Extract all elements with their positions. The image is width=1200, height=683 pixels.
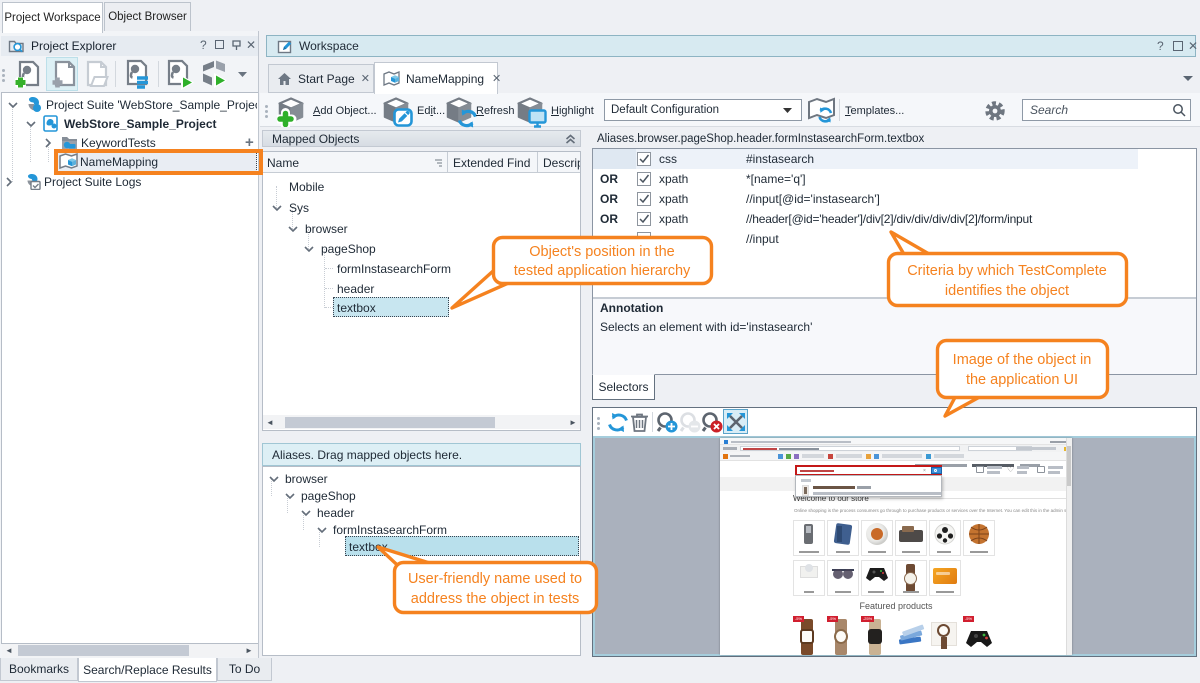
svg-text:Criteria by which TestComplete: Criteria by which TestComplete xyxy=(907,263,1107,279)
svg-text:address the object in tests: address the object in tests xyxy=(411,591,579,607)
svg-text:the application UI: the application UI xyxy=(966,372,1078,388)
svg-text:identifies the object: identifies the object xyxy=(945,283,1069,299)
svg-text:Object's position in the: Object's position in the xyxy=(529,244,674,260)
svg-text:User-friendly name used to: User-friendly name used to xyxy=(408,571,582,587)
svg-text:Image of the object in: Image of the object in xyxy=(953,352,1092,368)
svg-text:tested application hierarchy: tested application hierarchy xyxy=(514,263,691,279)
